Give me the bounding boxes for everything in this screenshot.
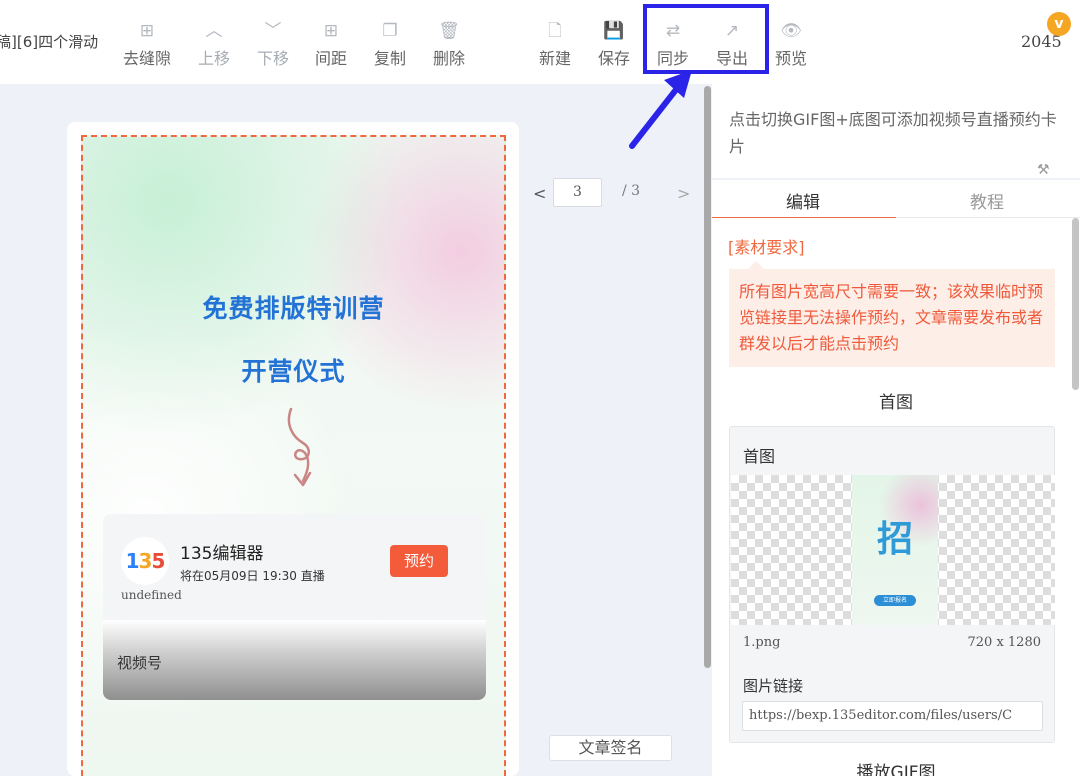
remove-gap-label: 去缝隙 [122,49,171,68]
live-time: 将在05月09日 19:30 直播 [180,569,325,583]
next-page-button[interactable]: > [677,184,690,203]
new-label: 新建 [538,49,571,68]
edit-panel: 编辑 教程 [素材要求] 所有图片宽高尺寸需要一致；该效果临时预览链接里无法操作… [712,180,1080,776]
move-down-button[interactable]: ﹀ 下移 [245,20,301,69]
spacing-icon: ⊞ [323,21,339,41]
cover-image-upload[interactable]: 招 立即报名 [731,475,1055,625]
page-total: / 3 [622,183,641,199]
gap-icon: ⊞ [139,21,155,41]
spacing-button[interactable]: ⊞ 间距 [303,20,359,69]
file-name: 1.png [743,635,781,650]
tip-panel: 点击切换GIF图+底图可添加视频号直播预约卡片 ⚒ [712,84,1080,178]
undefined-text: undefined [121,588,182,602]
new-button[interactable]: 🗋 新建 [527,20,583,69]
delete-label: 删除 [432,49,465,68]
move-up-label: 上移 [197,49,230,68]
squiggle-arrow-icon [287,407,312,487]
move-down-label: 下移 [256,49,289,68]
tab-divider [896,217,1080,218]
active-tab-indicator [712,217,896,218]
channel-label: 视频号 [117,654,163,672]
preview-button[interactable]: 👁 预览 [763,20,819,69]
article-signature-button[interactable]: 文章签名 [549,735,672,761]
new-file-icon: 🗋 [548,21,562,41]
spacing-label: 间距 [314,49,347,68]
panel-scrollbar[interactable] [1072,218,1079,390]
cover-thumbnail: 招 立即报名 [852,475,938,625]
live-reservation-card[interactable]: 135 135编辑器 将在05月09日 19:30 直播 undefined 预… [103,514,486,700]
tab-tutorial[interactable]: 教程 [970,188,1004,213]
hero-title-line1: 免费排版特训营 [202,294,385,323]
remove-gap-button[interactable]: ⊞ 去缝隙 [119,20,175,69]
delete-button[interactable]: 🗑 删除 [421,20,477,69]
copy-label: 复制 [373,49,406,68]
highlight-box [643,4,769,74]
thumbnail-char: 招 [876,519,913,560]
preview-label: 预览 [774,49,807,68]
copy-button[interactable]: ❐ 复制 [362,20,418,69]
prev-page-button[interactable]: < [533,184,546,203]
save-icon: 💾 [603,21,625,41]
reserve-button[interactable]: 预约 [390,545,448,577]
file-dimensions: 720 x 1280 [967,635,1042,650]
copy-icon: ❐ [382,21,398,41]
move-up-button[interactable]: ︿ 上移 [186,20,242,69]
vip-badge-icon[interactable]: v [1047,12,1071,36]
tab-edit[interactable]: 编辑 [786,188,820,213]
toolbar: 稿][6]四个滑动 ⊞ 去缝隙 ︿ 上移 ﹀ 下移 ⊞ 间距 ❐ 复制 🗑 删除… [0,0,1080,84]
article-preview[interactable]: 免费排版特训营 开营仪式 135 135编辑器 将在05月09日 19:30 直… [81,135,506,776]
requirements-title: [素材要求] [728,238,805,257]
hero-title-line2: 开营仪式 [241,357,346,386]
section-gif-title: 播放GIF图 [856,763,936,776]
page-number-input[interactable]: 3 [553,178,602,207]
tools-icon[interactable]: ⚒ [1037,162,1050,178]
image-link-label: 图片链接 [743,677,804,695]
account-name: 135编辑器 [180,544,264,564]
requirements-caret [748,261,764,269]
section-cover-title: 首图 [879,393,913,413]
save-button[interactable]: 💾 保存 [586,20,642,69]
image-link-input[interactable]: https://bexp.135editor.com/files/users/C [742,701,1043,731]
trash-icon: 🗑 [438,21,460,41]
account-avatar: 135 [121,537,169,585]
annotation-arrow-icon [629,70,692,149]
document-title: 稿][6]四个滑动 [0,33,99,51]
thumbnail-pill: 立即报名 [874,595,916,606]
eye-icon: 👁 [780,21,802,41]
cover-image-panel: 首图 招 立即报名 1.png 720 x 1280 图片链接 https://… [729,426,1055,743]
chevron-up-icon: ︿ [205,21,223,41]
chevron-down-icon: ﹀ [264,21,282,41]
requirements-text: 所有图片宽高尺寸需要一致；该效果临时预览链接里无法操作预约，文章需要发布或者群发… [739,282,1044,353]
requirements-box: 所有图片宽高尺寸需要一致；该效果临时预览链接里无法操作预约，文章需要发布或者群发… [729,269,1055,367]
tip-text: 点击切换GIF图+底图可添加视频号直播预约卡片 [729,110,1057,156]
preview-scrollbar[interactable] [704,86,711,668]
cover-label: 首图 [743,447,776,466]
